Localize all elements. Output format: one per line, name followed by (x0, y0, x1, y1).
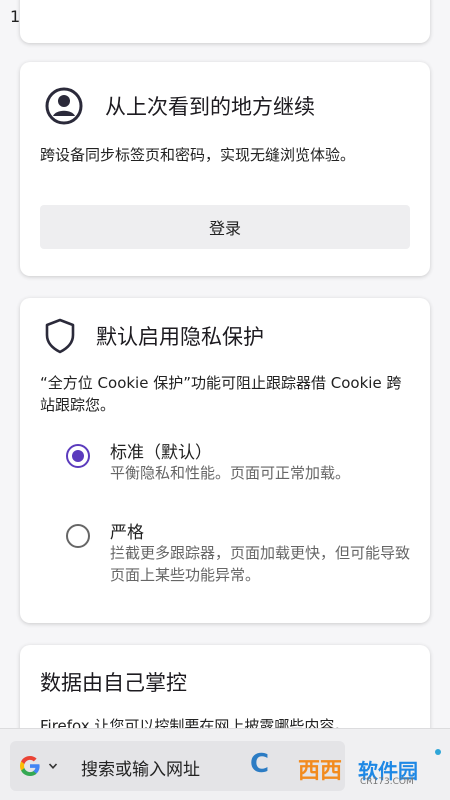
watermark-brand-a: 西西 (298, 759, 343, 784)
chevron-down-icon (48, 763, 58, 769)
data-title: 数据由自己掌控 (40, 671, 187, 695)
option-standard-label: 标准（默认） (110, 443, 212, 463)
watermark-logo: C 西西 软件园 CR173.COM (250, 749, 430, 789)
sync-title: 从上次看到的地方继续 (105, 95, 315, 119)
bottom-toolbar: 搜索或输入网址 C 西西 软件园 CR173.COM (0, 728, 450, 800)
privacy-title: 默认启用隐私保护 (96, 325, 264, 349)
sign-in-button[interactable]: 登录 (40, 205, 410, 249)
search-engine-selector[interactable] (18, 753, 78, 779)
sync-card: 从上次看到的地方继续 跨设备同步标签页和密码，实现无缝浏览体验。 登录 (20, 62, 430, 276)
option-strict-description: 拦截更多跟踪器，页面加载更快，但可能导致页面上某些功能异常。 (110, 544, 411, 584)
account-icon (45, 87, 83, 125)
shield-icon (45, 318, 75, 354)
radio-strict[interactable] (66, 524, 90, 548)
watermark-mark: C (250, 749, 270, 779)
status-dot (435, 749, 441, 755)
previous-card (20, 0, 430, 43)
privacy-header: 默认启用隐私保护 (44, 318, 264, 354)
search-input[interactable]: 搜索或输入网址 (81, 755, 200, 780)
option-strict-label: 严格 (110, 523, 144, 543)
sync-description: 跨设备同步标签页和密码，实现无缝浏览体验。 (40, 146, 356, 164)
privacy-card: 默认启用隐私保护 “全方位 Cookie 保护”功能可阻止跟踪器借 Cookie… (20, 298, 430, 623)
radio-standard[interactable] (66, 444, 90, 468)
sync-header: 从上次看到的地方继续 (44, 86, 315, 126)
watermark-url: CR173.COM (360, 777, 414, 787)
privacy-description: “全方位 Cookie 保护”功能可阻止跟踪器借 Cookie 跨站跟踪您。 (40, 374, 402, 414)
google-icon (20, 756, 40, 776)
option-standard-description: 平衡隐私和性能。页面可正常加载。 (110, 464, 351, 482)
